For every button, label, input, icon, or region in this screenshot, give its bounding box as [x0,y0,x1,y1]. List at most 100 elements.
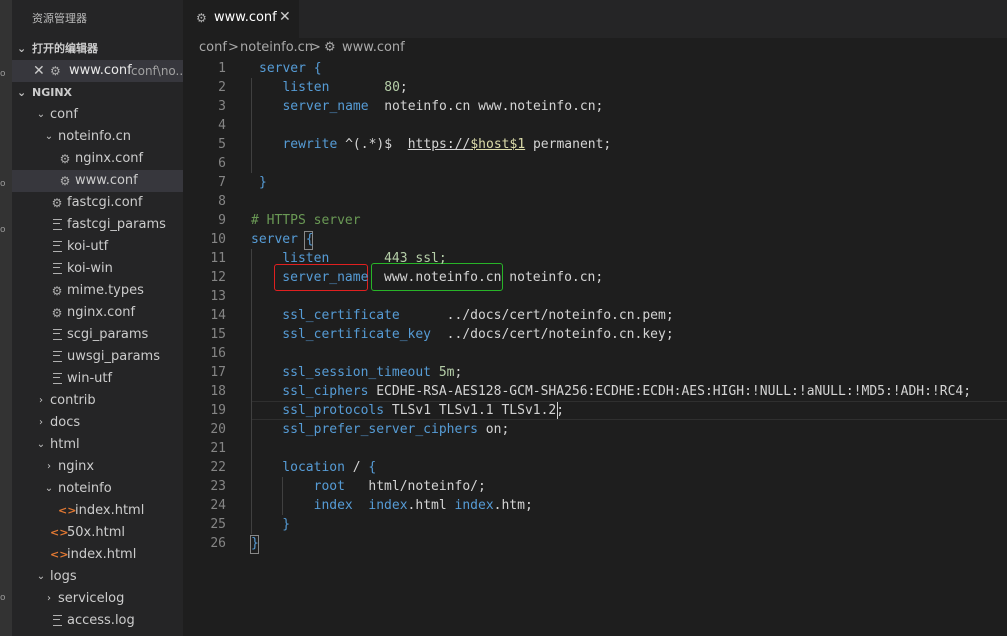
tree-item-label: nginx.conf [75,151,144,166]
code-line: } [251,534,259,553]
tree-item[interactable]: <> index.html [12,544,183,566]
tree-item[interactable]: koi-win [12,258,183,280]
open-editors-label: 打开的编辑器 [32,42,98,55]
tree-item[interactable]: ⚙ nginx.conf [12,148,183,170]
tree-item-label: nginx [58,459,95,474]
html-file-icon: <> [50,548,69,561]
code-token: https:// [407,137,471,152]
line-number: 17 [210,365,226,380]
tree-item[interactable]: › nginx [12,456,183,478]
code-line: listen 443 ssl; [251,249,446,268]
code-token: ssl_ciphers [251,384,369,399]
code-token: 443 [384,251,408,266]
code-line: ssl_protocols TLSv1 TLSv1.1 TLSv1.2; [251,401,564,420]
line-number: 4 [218,118,226,133]
tree-item[interactable]: ⌄ conf [12,104,183,126]
tree-item[interactable]: win-utf [12,368,183,390]
indent-guide [251,78,252,173]
tree-item-label: servicelog [58,591,125,606]
line-number: 9 [218,213,226,228]
code-token: listen [259,80,330,95]
tree-item[interactable]: ⚙ www.conf [12,170,183,192]
tree-item-label: koi-win [67,261,113,276]
code-token: ssl_prefer_server_ciphers [251,422,478,437]
code-token: } [251,517,291,532]
html-file-icon: <> [50,526,69,539]
code-token: on; [477,422,510,437]
tree-item[interactable]: ⌄ noteinfo [12,478,183,500]
tree-item[interactable]: ⚙ mime.types [12,280,183,302]
tree-item-label: docs [50,415,81,430]
activity-bar: o o o o [0,0,12,636]
code-token: $host [470,137,510,152]
line-number: 5 [218,137,226,152]
code-line: server_name www.noteinfo.cn noteinfo.cn; [251,268,603,287]
code-token: ssl_certificate [251,308,400,323]
code-line: server { [251,230,314,249]
line-number: 19 [210,403,226,418]
text-file-icon [50,324,64,346]
tree-item-label: html [50,437,80,452]
open-editor-path: conf\no... [131,64,183,78]
code-token: 5m [438,365,455,380]
tree-item[interactable]: ⚙ nginx.conf [12,302,183,324]
tree-item[interactable]: access.log [12,610,183,632]
code-token: noteinfo.cn www.noteinfo.cn; [368,99,604,114]
open-editor-item[interactable]: ✕ ⚙ www.conf conf\no... [12,60,183,82]
chevron-down-icon: ⌄ [44,131,54,142]
close-icon[interactable]: ✕ [33,60,45,82]
tree-item[interactable]: ⚙ fastcgi.conf [12,192,183,214]
code-line: root html/noteinfo/; [251,477,486,496]
tree-item[interactable]: fastcgi_params [12,214,183,236]
tree-item[interactable]: <> index.html [12,500,183,522]
line-number: 2 [218,80,226,95]
tree-item[interactable]: › servicelog [12,588,183,610]
gear-icon: ⚙ [196,11,207,25]
code-token: index [368,498,408,513]
code-token: ssl_session_timeout [251,365,432,380]
breadcrumb-item[interactable]: conf [199,38,227,58]
activity-mark: o [0,69,6,79]
line-number: 11 [210,251,226,266]
tree-item[interactable]: ⌄ html [12,434,183,456]
gear-icon: ⚙ [51,306,63,320]
breadcrumb-item[interactable]: www.conf [342,38,405,58]
code-token: www.noteinfo.cn noteinfo.cn; [368,270,604,285]
chevron-down-icon: ⌄ [17,86,27,99]
tree-item[interactable]: › docs [12,412,183,434]
code-editor[interactable]: 1 server {2 listen 80; 3 server_name notei… [183,59,1007,636]
open-editors-header[interactable]: ⌄ 打开的编辑器 [12,38,183,60]
tree-item[interactable]: <> 50x.html [12,522,183,544]
line-number: 26 [210,536,226,551]
breadcrumb-item[interactable]: noteinfo.cn [240,38,313,58]
tree-item[interactable]: scgi_params [12,324,183,346]
tree-item[interactable]: koi-utf [12,236,183,258]
text-file-icon [50,258,64,280]
tree-item-label: fastcgi_params [67,217,166,232]
code-token: index [454,498,494,513]
code-token: index [251,498,353,513]
code-token: TLSv1 TLSv1.1 TLSv1.2; [384,403,565,418]
close-icon[interactable]: ✕ [279,9,291,25]
tree-item[interactable]: › contrib [12,390,183,412]
code-token: ../docs/cert/noteinfo.cn.pem; [399,308,674,323]
tree-item[interactable]: ⌄ noteinfo.cn [12,126,183,148]
tab-bar: ⚙ www.conf ✕ [183,0,1007,38]
tree-item-label: mime.types [67,283,144,298]
line-number: 12 [210,270,226,285]
line-number: 20 [210,422,226,437]
code-line: rewrite ^(.*)$ https://$host$1 permanent… [259,135,611,154]
code-token: ECDHE-RSA-AES128-GCM-SHA256:ECDHE:ECDH:A… [368,384,972,399]
tab-www-conf[interactable]: ⚙ www.conf ✕ [183,0,299,38]
tree-item-label: fastcgi.conf [67,195,143,210]
tree-item[interactable]: ⌄ logs [12,566,183,588]
line-number: 1 [218,61,226,76]
line-number: 13 [210,289,226,304]
line-number: 18 [210,384,226,399]
code-token: { [305,232,314,247]
code-token: root [251,479,345,494]
tree-item[interactable]: uwsgi_params [12,346,183,368]
workspace-header[interactable]: ⌄ NGINX [12,82,183,104]
